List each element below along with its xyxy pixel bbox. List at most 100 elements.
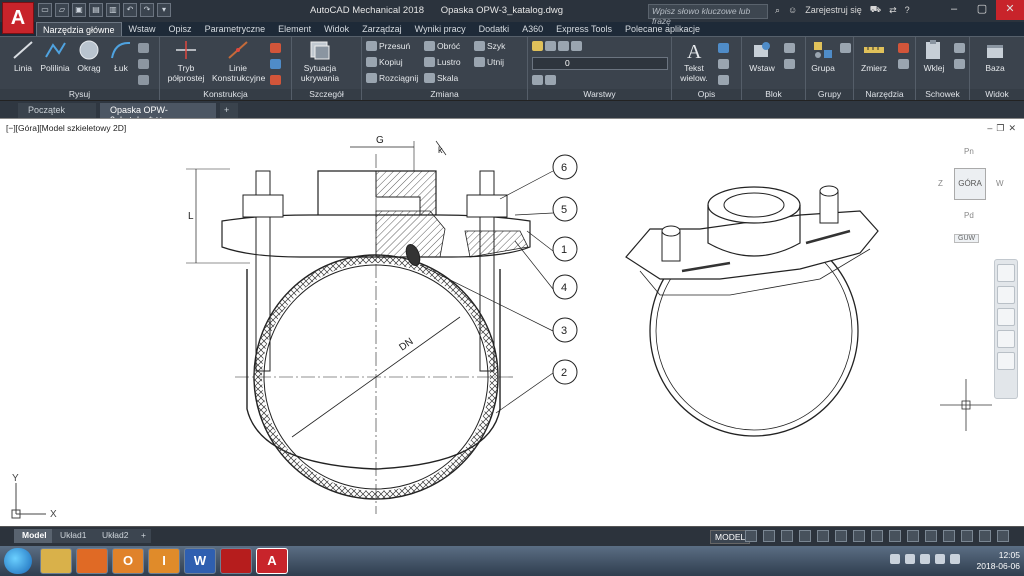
ray-icon[interactable] xyxy=(270,59,281,69)
tool-rozciagnij[interactable]: Rozciągnij xyxy=(366,72,418,84)
new-file-icon[interactable]: ▭ xyxy=(38,3,52,17)
wcs-dropdown[interactable]: GUW xyxy=(954,234,980,243)
ribbon-tab[interactable]: A360 xyxy=(516,22,549,36)
ribbon-tab[interactable]: Dodatki xyxy=(473,22,516,36)
xline-icon[interactable] xyxy=(270,43,281,53)
hardware-accel-icon[interactable] xyxy=(961,530,973,542)
offset-icon[interactable] xyxy=(270,75,281,85)
viewcube-east[interactable]: W xyxy=(996,179,1004,188)
copy-clip-icon[interactable] xyxy=(954,59,965,69)
minimize-icon[interactable]: – xyxy=(940,0,968,20)
ribbon-tab[interactable]: Opisz xyxy=(163,22,198,36)
taskbar-outlook[interactable]: O xyxy=(112,548,144,574)
isolate-icon[interactable] xyxy=(943,530,955,542)
tool-polilinia[interactable]: Polilinia xyxy=(38,39,72,73)
showmotion-icon[interactable] xyxy=(997,352,1015,370)
table-icon[interactable] xyxy=(718,75,729,85)
exchange-icon[interactable]: ⇄ xyxy=(889,5,897,16)
region-icon[interactable] xyxy=(138,75,149,85)
cart-icon[interactable]: ⛟ xyxy=(870,4,881,16)
viewcube-west[interactable]: Z xyxy=(938,179,943,188)
lineweight-icon[interactable] xyxy=(853,530,865,542)
print-icon[interactable]: ▥ xyxy=(106,3,120,17)
layer-freeze-icon[interactable] xyxy=(571,41,582,51)
ribbon-tab[interactable]: Express Tools xyxy=(550,22,618,36)
layout-tab-uklad2[interactable]: Układ2 xyxy=(94,529,137,543)
polar-icon[interactable] xyxy=(799,530,811,542)
start-button[interactable] xyxy=(4,548,32,574)
signin-link[interactable]: Zarejestruj się xyxy=(805,5,862,15)
tool-linie-konstrukcyjne[interactable]: Linie Konstrukcyjne xyxy=(212,39,265,83)
ribbon-tab[interactable]: Zarządzaj xyxy=(356,22,408,36)
tool-wklej[interactable]: Wklej xyxy=(918,39,950,73)
close-icon[interactable]: ✕ xyxy=(996,0,1024,20)
osnap-icon[interactable] xyxy=(817,530,829,542)
ribbon-tab[interactable]: Element xyxy=(272,22,317,36)
autocad-logo[interactable]: A xyxy=(2,2,34,34)
new-tab-button[interactable]: + xyxy=(220,103,238,119)
layout-tab-uklad1[interactable]: Układ1 xyxy=(52,529,95,543)
help-icon[interactable]: ? xyxy=(905,5,910,15)
save-as-icon[interactable]: ▤ xyxy=(89,3,103,17)
ribbon-tab[interactable]: Wstaw xyxy=(123,22,162,36)
grid-icon[interactable] xyxy=(745,530,757,542)
tool-grupa[interactable]: Grupa xyxy=(808,39,838,73)
tool-szyk[interactable]: Szyk xyxy=(474,40,505,52)
tool-wstaw[interactable]: Wstaw xyxy=(744,39,780,73)
ribbon-tab[interactable]: Parametryczne xyxy=(199,22,272,36)
tool-luk[interactable]: Łuk xyxy=(104,39,138,73)
layer-prev-icon[interactable] xyxy=(545,75,556,85)
layout-tab-model[interactable]: Model xyxy=(14,529,55,543)
viewcube[interactable]: Pn Z W Pd GÓRA GUW xyxy=(930,141,1010,251)
snap-icon[interactable] xyxy=(763,530,775,542)
tray-sync-icon[interactable] xyxy=(920,554,930,564)
pan-icon[interactable] xyxy=(997,286,1015,304)
viewcube-south[interactable]: Pd xyxy=(964,211,974,220)
taskbar-acrobat[interactable] xyxy=(220,548,252,574)
hatch-icon[interactable] xyxy=(138,59,149,69)
otrack-icon[interactable] xyxy=(835,530,847,542)
tool-linia[interactable]: Linia xyxy=(6,39,40,73)
tool-skala[interactable]: Skala xyxy=(424,72,458,84)
quick-props-icon[interactable] xyxy=(925,530,937,542)
tool-zmierz[interactable]: Zmierz xyxy=(856,39,892,73)
tool-tryb-polprostej[interactable]: Tryb półprostej xyxy=(164,39,208,83)
tray-clock[interactable]: 12:05 2018-06-06 xyxy=(977,550,1020,572)
search-input[interactable]: Wpisz słowo kluczowe lub frazę xyxy=(648,4,768,26)
maximize-icon[interactable]: ▢ xyxy=(968,0,996,20)
viewcube-north[interactable]: Pn xyxy=(964,147,974,156)
tray-network-icon[interactable] xyxy=(905,554,915,564)
taskbar-autocad[interactable]: A xyxy=(256,548,288,574)
ungroup-icon[interactable] xyxy=(840,43,851,53)
layer-match-icon[interactable] xyxy=(532,75,543,85)
search-icon[interactable]: ⌕ xyxy=(775,5,780,16)
tray-flag-icon[interactable] xyxy=(935,554,945,564)
tool-kopiuj[interactable]: Kopiuj xyxy=(366,56,403,68)
clean-screen-icon[interactable] xyxy=(979,530,991,542)
ribbon-tab[interactable]: Narzędzia główne xyxy=(36,22,122,36)
taskbar-word[interactable]: W xyxy=(184,548,216,574)
layer-state-icon[interactable] xyxy=(545,41,556,51)
ribbon-tab[interactable]: Wyniki pracy xyxy=(409,22,472,36)
ribbon-tab[interactable]: Widok xyxy=(318,22,355,36)
calculator-icon[interactable] xyxy=(898,59,909,69)
layer-properties-icon[interactable] xyxy=(532,41,543,51)
tool-okrag[interactable]: Okrąg xyxy=(72,39,106,73)
rectangle-icon[interactable] xyxy=(138,43,149,53)
create-block-icon[interactable] xyxy=(784,43,795,53)
ortho-icon[interactable] xyxy=(781,530,793,542)
steering-wheel-icon[interactable] xyxy=(997,264,1015,282)
tool-lustro[interactable]: Lustro xyxy=(424,56,461,68)
annotation-icon[interactable] xyxy=(871,530,883,542)
layer-dropdown[interactable]: 0 xyxy=(532,57,668,70)
leader-icon[interactable] xyxy=(718,59,729,69)
tool-utnij[interactable]: Utnij xyxy=(474,56,504,68)
cut-icon[interactable] xyxy=(954,43,965,53)
file-tab-drawing[interactable]: Opaska OPW-3_katalog* ✕ xyxy=(100,103,216,125)
ribbon-tab[interactable]: Polecane aplikacje xyxy=(619,22,706,36)
quick-select-icon[interactable] xyxy=(898,43,909,53)
workspace-switch-icon[interactable] xyxy=(889,530,901,542)
redo-icon[interactable]: ↷ xyxy=(140,3,154,17)
workspace-icon[interactable]: ▾ xyxy=(157,3,171,17)
undo-icon[interactable]: ↶ xyxy=(123,3,137,17)
